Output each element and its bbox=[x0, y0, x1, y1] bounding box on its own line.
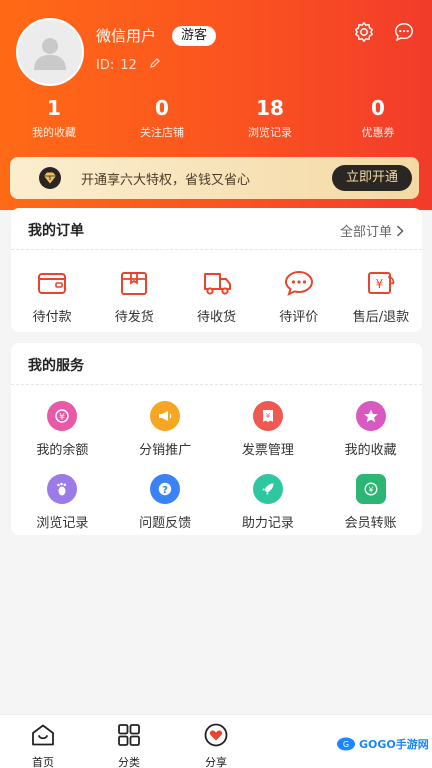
service-balance[interactable]: ¥ 我的余额 bbox=[11, 401, 114, 458]
stats-row: 1 我的收藏 0 关注店铺 18 浏览记录 0 优惠券 bbox=[0, 94, 432, 140]
service-browse-history[interactable]: 浏览记录 bbox=[11, 474, 114, 531]
stat-coupons[interactable]: 0 优惠券 bbox=[324, 94, 432, 140]
order-label: 售后/退款 bbox=[352, 310, 410, 325]
edit-icon[interactable] bbox=[149, 57, 161, 73]
service-label: 会员转账 bbox=[344, 516, 397, 531]
stat-browse-history[interactable]: 18 浏览记录 bbox=[216, 94, 324, 140]
balance-icon: ¥ bbox=[47, 401, 78, 431]
svg-text:¥: ¥ bbox=[376, 277, 384, 291]
services-title: 我的服务 bbox=[28, 358, 84, 374]
order-pending-shipment[interactable]: 待发货 bbox=[93, 266, 175, 325]
service-label: 助力记录 bbox=[241, 516, 294, 531]
service-label: 我的收藏 bbox=[344, 443, 397, 458]
diamond-icon: $ bbox=[36, 166, 64, 190]
package-icon bbox=[93, 266, 175, 300]
stat-followed-shops[interactable]: 0 关注店铺 bbox=[108, 94, 216, 140]
user-silhouette-icon bbox=[34, 38, 66, 70]
vip-text: 开通享六大特权，省钱又省心 bbox=[81, 173, 251, 188]
service-member-transfer[interactable]: ¥ 会员转账 bbox=[319, 474, 422, 531]
order-pending-review[interactable]: 待评价 bbox=[258, 266, 340, 325]
comment-icon bbox=[258, 266, 340, 300]
svg-text:¥: ¥ bbox=[368, 485, 373, 494]
service-label: 分销推广 bbox=[139, 443, 192, 458]
service-invoice[interactable]: ¥ 发票管理 bbox=[217, 401, 320, 458]
order-label: 待评价 bbox=[279, 310, 319, 325]
stat-value: 0 bbox=[155, 96, 169, 120]
username: 微信用户 bbox=[96, 27, 157, 45]
service-distribution[interactable]: 分销推广 bbox=[114, 401, 217, 458]
watermark-logo-icon: G bbox=[337, 737, 355, 751]
svg-text:¥: ¥ bbox=[266, 412, 271, 420]
guest-badge: 游客 bbox=[172, 26, 217, 46]
service-label: 问题反馈 bbox=[139, 516, 192, 531]
home-icon bbox=[32, 724, 54, 746]
avatar[interactable] bbox=[16, 18, 84, 86]
category-icon bbox=[118, 724, 140, 746]
invoice-icon: ¥ bbox=[252, 401, 283, 431]
orders-title: 我的订单 bbox=[28, 223, 84, 239]
tab-label: 首页 bbox=[32, 756, 54, 768]
question-icon: ? bbox=[150, 474, 181, 504]
order-status-row: 待付款 待发货 待收货 待评价 ¥ 售后/退款 bbox=[11, 266, 422, 325]
tab-label: 分类 bbox=[118, 756, 140, 768]
services-grid: ¥ 我的余额 分销推广 ¥ 发票管理 我的收藏 浏览记录 ? 问题反馈 助力记录… bbox=[11, 401, 422, 531]
service-label: 浏览记录 bbox=[36, 516, 89, 531]
stat-value: 1 bbox=[47, 96, 61, 120]
order-after-sale-refund[interactable]: ¥ 售后/退款 bbox=[340, 266, 422, 325]
svg-text:?: ? bbox=[162, 485, 168, 496]
svg-text:¥: ¥ bbox=[60, 413, 66, 423]
service-feedback[interactable]: ? 问题反馈 bbox=[114, 474, 217, 531]
user-id: ID: 12 bbox=[96, 57, 161, 73]
settings-gear-icon[interactable] bbox=[352, 20, 376, 44]
refund-icon: ¥ bbox=[340, 266, 422, 300]
svg-text:$: $ bbox=[48, 176, 51, 182]
service-label: 发票管理 bbox=[241, 443, 294, 458]
stat-value: 18 bbox=[256, 96, 284, 120]
order-pending-payment[interactable]: 待付款 bbox=[11, 266, 93, 325]
order-label: 待发货 bbox=[114, 310, 154, 325]
watermark-text: GOGO手游网 bbox=[359, 738, 429, 751]
service-favorites[interactable]: 我的收藏 bbox=[319, 401, 422, 458]
rocket-icon bbox=[252, 474, 283, 504]
order-label: 待收货 bbox=[197, 310, 237, 325]
stat-label: 关注店铺 bbox=[140, 126, 184, 139]
stat-label: 优惠券 bbox=[361, 126, 395, 139]
tab-home[interactable]: 首页 bbox=[13, 723, 73, 768]
order-pending-receipt[interactable]: 待收货 bbox=[175, 266, 257, 325]
transfer-icon: ¥ bbox=[355, 474, 386, 504]
truck-icon bbox=[175, 266, 257, 300]
services-card: 我的服务 ¥ 我的余额 分销推广 ¥ 发票管理 我的收藏 浏览记录 ? 问题反馈… bbox=[11, 343, 422, 535]
site-watermark: G GOGO手游网 bbox=[336, 736, 429, 752]
footprint-icon bbox=[47, 474, 78, 504]
stat-favorites[interactable]: 1 我的收藏 bbox=[0, 94, 108, 140]
megaphone-icon bbox=[150, 401, 181, 431]
divider bbox=[11, 384, 422, 385]
orders-card: 我的订单 全部订单 待付款 待发货 待收货 待评价 ¥ 售后/退款 bbox=[11, 208, 422, 332]
service-boost-records[interactable]: 助力记录 bbox=[217, 474, 320, 531]
stat-value: 0 bbox=[371, 96, 385, 120]
vip-activate-button[interactable]: 立即开通 bbox=[332, 165, 412, 191]
tab-category[interactable]: 分类 bbox=[99, 723, 159, 768]
stat-label: 我的收藏 bbox=[32, 126, 76, 139]
all-orders-label: 全部订单 bbox=[339, 225, 392, 240]
tab-share[interactable]: 分享 bbox=[186, 723, 246, 768]
message-icon[interactable] bbox=[392, 20, 416, 44]
chevron-right-icon bbox=[397, 225, 404, 236]
user-id-value: 12 bbox=[120, 57, 137, 73]
star-icon bbox=[355, 401, 386, 431]
tab-label: 分享 bbox=[205, 756, 227, 768]
divider bbox=[11, 249, 422, 250]
order-label: 待付款 bbox=[32, 310, 72, 325]
service-label: 我的余额 bbox=[36, 443, 89, 458]
stat-label: 浏览记录 bbox=[248, 126, 292, 139]
vip-banner[interactable]: $ 开通享六大特权，省钱又省心 立即开通 bbox=[10, 157, 419, 199]
share-heart-icon bbox=[204, 723, 228, 747]
svg-text:G: G bbox=[343, 740, 349, 749]
wallet-icon bbox=[11, 266, 93, 300]
user-id-label: ID: bbox=[96, 57, 115, 73]
all-orders-link[interactable]: 全部订单 bbox=[340, 221, 404, 240]
